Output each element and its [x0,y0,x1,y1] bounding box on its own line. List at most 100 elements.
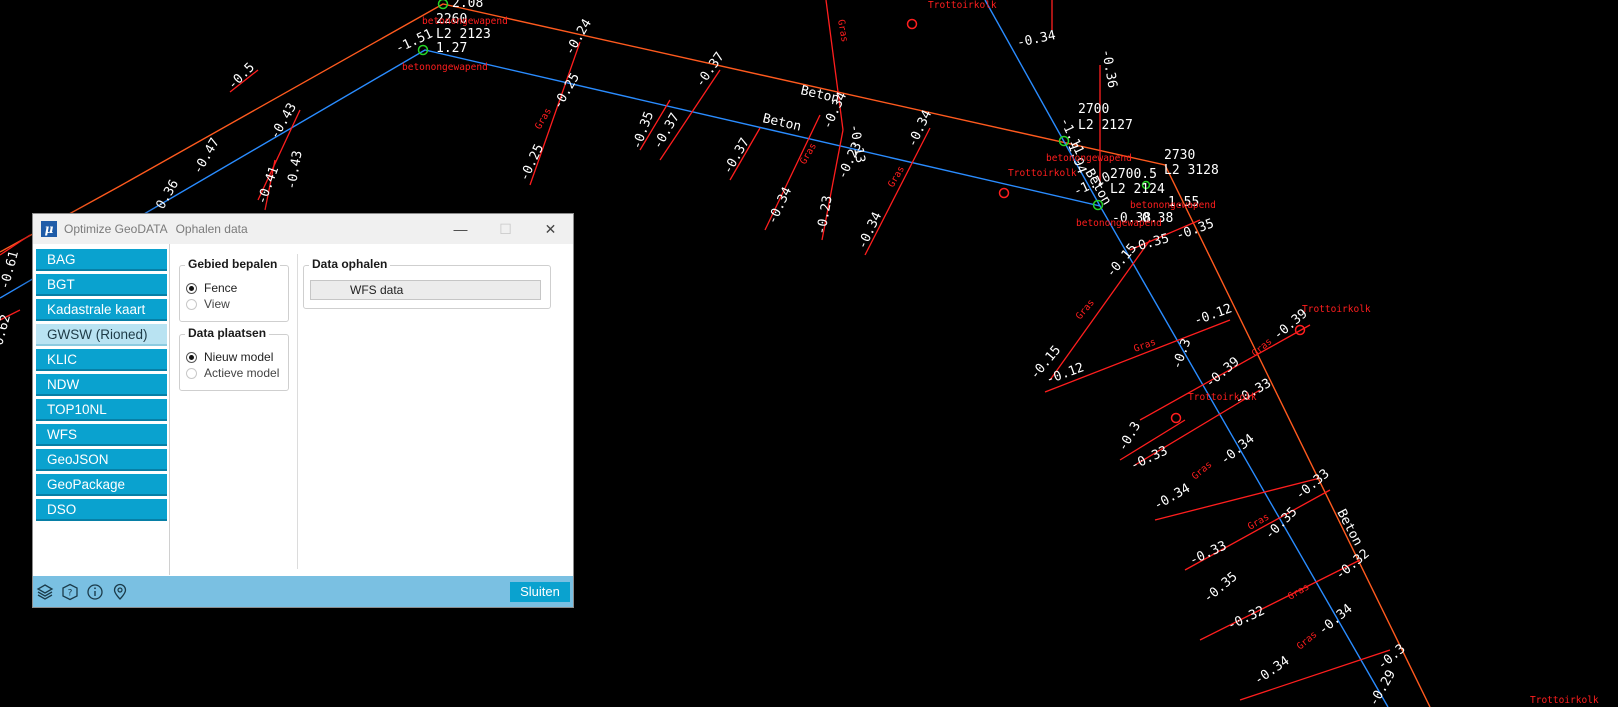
radio-indicator[interactable] [186,298,197,310]
cad-label: Gras [835,19,850,43]
data-plaatsen-group: Data plaatsen Nieuw model Actieve model [179,326,289,391]
cad-label: -0.43 [284,150,306,191]
radio-indicator[interactable] [186,282,197,294]
cad-label: Gras [1132,337,1157,355]
cad-label: Trottoirkolk [1008,168,1077,179]
cad-label: betonongewapend [1046,153,1132,164]
cad-label: Gras [798,141,819,166]
cad-label: -0.34 [1316,601,1356,638]
cad-label: -0.39 [1203,354,1243,391]
cad-label: -0.37 [720,136,753,177]
nav-item-wfs[interactable]: WFS [36,424,167,446]
cad-label: 2.08 [452,0,483,11]
nav-item-ndw[interactable]: NDW [36,374,167,396]
location-pin-icon[interactable] [111,583,129,601]
layers-icon[interactable] [36,583,54,601]
status-bar: ? Sluiten [33,576,573,607]
nav-item-top10nl[interactable]: TOP10NL [36,399,167,421]
nav-item-klic[interactable]: KLIC [36,349,167,371]
app-logo-icon: μ [41,221,57,237]
nav-item-bag[interactable]: BAG [36,249,167,271]
cad-label: -0.32 [1225,603,1267,633]
window-title: Ophalen data [175,222,248,236]
nav-item-dso[interactable]: DSO [36,499,167,521]
nav-item-kadastrale-kaart[interactable]: Kadastrale kaart [36,299,167,321]
nav-item-bgt[interactable]: BGT [36,274,167,296]
cad-label: -0.12 [1192,301,1234,328]
cad-label: -0.35 [1201,569,1241,606]
cad-label: 2730 [1164,148,1195,163]
cad-label: Beton [1333,507,1365,549]
cad-label: L2 2123 [436,27,491,42]
group-legend: Data plaatsen [185,326,270,340]
ophalen-data-dialog: μ Optimize GeoDATA Ophalen data — ☐ ✕ BA… [32,213,574,608]
cad-label: L2 2124 [1110,182,1165,197]
cad-label: 1.27 [436,41,467,56]
svg-text:?: ? [68,589,73,599]
cad-label: 0.62 [0,313,14,347]
cad-label: Gras [1190,459,1215,482]
cad-label: betonongewapend [1130,200,1216,211]
cad-label: betonongewapend [402,62,488,73]
cad-label: betonongewapend [1076,218,1162,229]
cad-label: -0.23 [814,195,836,236]
radio-fence[interactable]: Fence [186,281,237,295]
cad-label: betonongewapend [422,16,508,27]
radio-actieve-model[interactable]: Actieve model [186,366,279,380]
cad-label: -0.34 [1152,481,1194,514]
nav-item-geopackage[interactable]: GeoPackage [36,474,167,496]
sluiten-button[interactable]: Sluiten [510,582,570,602]
cad-label: 2700 [1078,102,1109,117]
radio-view[interactable]: View [186,297,230,311]
cad-label: -1.51 [393,26,435,56]
cad-label: -0.34 [765,185,795,227]
info-icon[interactable] [86,583,104,601]
app-title: Optimize GeoDATA [64,222,168,236]
cad-label: -0.33 [1128,443,1170,473]
cad-label: -0.36 [1098,48,1120,89]
cad-label: -0.29 [1366,668,1399,707]
cad-label: Trottoirkolk [1530,695,1599,706]
nav-item-geojson[interactable]: GeoJSON [36,449,167,471]
cad-label: -0.25 [517,142,547,184]
cad-label: -0.34 [1218,431,1258,468]
cad-label: Beton [761,111,803,134]
title-bar[interactable]: μ Optimize GeoDATA Ophalen data — ☐ ✕ [33,214,573,244]
radio-label: Fence [204,281,238,295]
cad-label: L2 2127 [1078,118,1133,133]
close-window-button[interactable]: ✕ [528,214,573,244]
cad-label: Trottoirkolk [1302,304,1371,315]
cad-label: -0.3 [1115,419,1144,454]
cad-label: -0.35 [1174,216,1216,243]
nav-item-gwsw-rioned[interactable]: GWSW (Rioned) [36,324,167,346]
cad-label: Gras [1286,582,1311,603]
minimize-button[interactable]: — [438,214,483,244]
cad-label: -0.34 [905,108,935,150]
cad-label: Gras [533,106,554,131]
gebied-bepalen-group: Gebied bepalen Fence View [179,257,289,322]
cad-label: -0.33 [1187,538,1229,568]
cad-label: -0.34 [1252,653,1293,688]
divider [297,254,298,569]
cad-label: Trottoirkolk [928,0,997,11]
red-labels: betonongewapend betonongewapend Trottoir… [402,0,1599,706]
cad-label: -0.34 [1016,28,1058,51]
radio-indicator[interactable] [186,367,197,379]
radio-nieuw-model[interactable]: Nieuw model [186,350,273,364]
group-legend: Gebied bepalen [185,257,281,271]
cad-label: -0.5 [225,60,258,93]
radio-label: Actieve model [204,366,280,380]
radio-indicator[interactable] [186,351,197,363]
cad-label: Gras [886,164,907,189]
cad-label: -0.41 [255,164,282,206]
maximize-button: ☐ [499,220,512,237]
wfs-data-button[interactable]: WFS data [310,280,541,300]
cad-label: Trottoirkolk [1188,392,1257,403]
cad-label: Gras [1295,629,1320,652]
radio-label: Nieuw model [204,350,274,364]
cad-label: -0.34 [855,210,885,252]
content-panel: Gebied bepalen Fence View Data plaatsen … [170,244,573,575]
help-icon[interactable]: ? [61,583,79,601]
cad-label: -0.3 [1375,641,1409,673]
cad-label: 2700.5 [1110,167,1157,182]
